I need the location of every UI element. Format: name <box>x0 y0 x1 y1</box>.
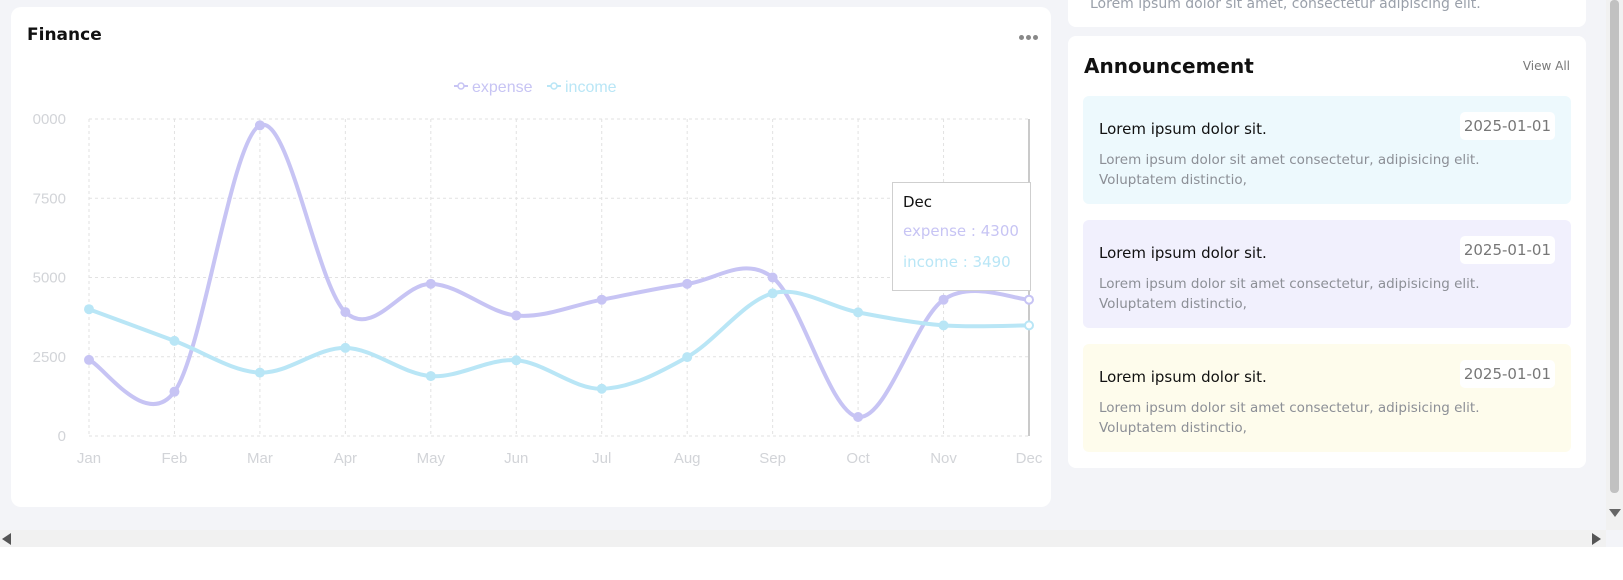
y-tick-label: 0 <box>58 428 66 445</box>
data-point-income <box>84 304 94 315</box>
data-point-expense <box>767 272 778 283</box>
legend-label: expense <box>472 79 533 96</box>
scroll-down-arrow-icon[interactable] <box>1609 509 1621 517</box>
x-tick-label: Oct <box>846 450 870 467</box>
data-point-expense <box>169 386 180 397</box>
tooltip-income: income : 3490 <box>903 253 1011 271</box>
vertical-scrollbar-thumb[interactable] <box>1610 0 1619 493</box>
announcement-card: Announcement View All Lorem ipsum dolor … <box>1068 36 1586 468</box>
data-point-expense <box>596 294 607 305</box>
series-line-income <box>88 289 1030 391</box>
previous-card-bottom: Lorem ipsum dolor sit amet, consectetur … <box>1068 0 1586 27</box>
x-tick-label: Sep <box>759 450 786 467</box>
announcement-item-date: 2025-01-01 <box>1459 112 1555 140</box>
y-tick-label: 0000 <box>33 111 66 128</box>
data-point-expense <box>254 120 265 131</box>
announcement-item-desc: Lorem ipsum dolor sit amet consectetur, … <box>1099 276 1480 312</box>
vertical-scrollbar[interactable] <box>1606 0 1623 530</box>
series-line-expense <box>88 122 1030 419</box>
tooltip-title: Dec <box>903 193 933 211</box>
finance-card: Finance 0 2500 5000 7500 0000 Jan Feb Mar Apr May… <box>11 7 1051 507</box>
announcement-item-date: 2025-01-01 <box>1459 360 1555 388</box>
previous-card-text: Lorem ipsum dolor sit amet, consectetur … <box>1090 0 1481 12</box>
data-point-income <box>1024 320 1034 331</box>
data-point-expense <box>853 411 864 422</box>
data-point-income <box>511 355 522 366</box>
announcement-item[interactable]: Lorem ipsum dolor sit. 2025-01-01 Lorem … <box>1083 344 1571 452</box>
chart-tooltip: Dec expense : 4300 income : 3490 <box>892 182 1031 291</box>
data-point-expense <box>84 354 94 365</box>
page-bottom-area <box>0 547 1623 580</box>
x-tick-label: Jan <box>77 450 101 467</box>
data-point-expense <box>511 310 522 321</box>
data-point-income <box>340 342 351 353</box>
scroll-right-arrow-icon[interactable] <box>1592 533 1601 545</box>
data-point-income <box>254 367 265 378</box>
data-point-expense <box>938 294 949 305</box>
data-point-income <box>853 307 864 318</box>
data-point-income <box>169 335 180 346</box>
x-tick-label: Nov <box>930 450 957 467</box>
data-point-income <box>767 288 778 299</box>
data-point-income <box>938 320 949 331</box>
x-tick-label: Dec <box>1016 450 1043 467</box>
announcement-item-date: 2025-01-01 <box>1459 236 1555 264</box>
x-tick-label: Apr <box>334 450 357 467</box>
x-tick-label: May <box>417 450 446 467</box>
horizontal-scrollbar[interactable] <box>0 530 1606 547</box>
announcement-item-desc: Lorem ipsum dolor sit amet consectetur, … <box>1099 152 1480 188</box>
data-point-expense <box>1024 294 1034 305</box>
y-tick-label: 7500 <box>33 190 66 207</box>
announcement-item-title: Lorem ipsum dolor sit. <box>1099 368 1267 386</box>
scroll-left-arrow-icon[interactable] <box>2 533 11 545</box>
announcement-item-title: Lorem ipsum dolor sit. <box>1099 244 1267 262</box>
view-all-link[interactable]: View All <box>1523 59 1570 73</box>
legend-marker-dot <box>457 82 465 90</box>
data-point-expense <box>340 307 351 318</box>
y-tick-label: 5000 <box>33 270 66 287</box>
data-point-expense <box>425 278 436 289</box>
tooltip-expense: expense : 4300 <box>903 222 1019 240</box>
announcement-item-title: Lorem ipsum dolor sit. <box>1099 120 1267 138</box>
x-tick-label: Jul <box>592 450 611 467</box>
x-tick-label: Mar <box>247 450 273 467</box>
announcement-item[interactable]: Lorem ipsum dolor sit. 2025-01-01 Lorem … <box>1083 96 1571 204</box>
legend-marker-dot <box>550 82 558 90</box>
data-point-income <box>682 352 693 363</box>
legend-label: income <box>565 79 617 96</box>
data-point-income <box>425 371 436 382</box>
x-tick-label: Feb <box>162 450 188 467</box>
announcement-item-desc: Lorem ipsum dolor sit amet consectetur, … <box>1099 400 1480 436</box>
y-tick-label: 2500 <box>33 349 66 366</box>
announcement-title: Announcement <box>1084 54 1254 78</box>
x-tick-label: Jun <box>504 450 528 467</box>
data-point-expense <box>682 278 693 289</box>
data-point-income <box>596 383 607 394</box>
x-tick-label: Aug <box>674 450 701 467</box>
announcement-item[interactable]: Lorem ipsum dolor sit. 2025-01-01 Lorem … <box>1083 220 1571 328</box>
